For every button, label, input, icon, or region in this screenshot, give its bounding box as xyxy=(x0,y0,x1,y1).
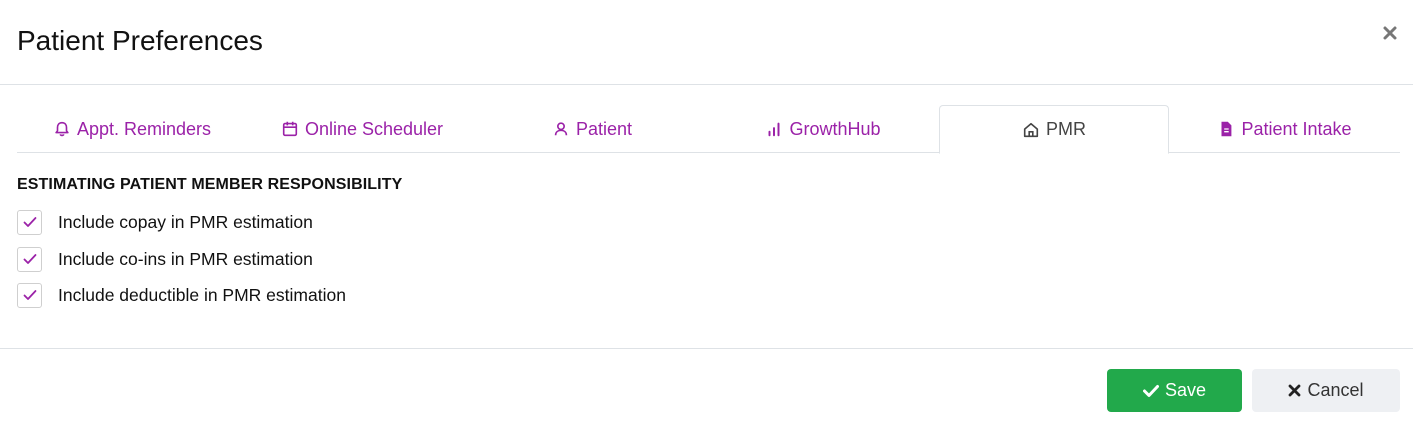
tab-patient-intake[interactable]: Patient Intake xyxy=(1169,105,1400,153)
tab-growthhub[interactable]: GrowthHub xyxy=(707,105,939,153)
calendar-icon xyxy=(282,121,298,137)
bell-icon xyxy=(55,121,69,137)
tab-label: Patient xyxy=(575,118,633,139)
times-icon xyxy=(1289,384,1301,397)
user-icon xyxy=(554,122,568,136)
cancel-label: Cancel xyxy=(1307,380,1364,400)
tab-label: Online Scheduler xyxy=(304,118,444,139)
tab-label: GrowthHub xyxy=(789,118,881,139)
tab-online-scheduler[interactable]: Online Scheduler xyxy=(247,105,477,153)
check-icon xyxy=(23,254,36,264)
tab-appt-reminders[interactable]: Appt. Reminders xyxy=(17,105,247,153)
close-x-glyph xyxy=(1383,26,1397,40)
copay-label: Include copay in PMR estimation xyxy=(58,211,313,232)
close-icon[interactable] xyxy=(1378,22,1402,46)
modal-header: Patient Preferences xyxy=(0,0,1413,85)
tab-label: PMR xyxy=(1046,119,1086,139)
tab-label: Patient Intake xyxy=(1241,118,1352,139)
tab-label: Appt. Reminders xyxy=(76,118,212,139)
option-deductible: Include deductible in PMR estimation xyxy=(17,282,346,308)
document-icon xyxy=(1221,121,1232,137)
pmr-section: ESTIMATING PATIENT MEMBER RESPONSIBILITY xyxy=(17,176,402,194)
home-icon xyxy=(1023,122,1039,137)
check-icon xyxy=(1142,384,1159,397)
check-icon xyxy=(23,290,36,300)
bar-chart-icon xyxy=(768,122,780,137)
modal-title: Patient Preferences xyxy=(17,25,263,56)
preferences-tabs: Appt. Reminders Online Scheduler Patient… xyxy=(17,105,1400,154)
save-label: Save xyxy=(1164,380,1207,400)
option-co-ins: Include co-ins in PMR estimation xyxy=(17,246,313,272)
deductible-checkbox[interactable] xyxy=(17,282,42,308)
option-copay: Include copay in PMR estimation xyxy=(17,209,313,235)
copay-checkbox[interactable] xyxy=(17,209,42,235)
check-icon xyxy=(23,217,36,227)
save-button[interactable]: Save xyxy=(1107,369,1242,412)
co-ins-label: Include co-ins in PMR estimation xyxy=(58,248,313,269)
deductible-label: Include deductible in PMR estimation xyxy=(58,284,346,305)
section-title: ESTIMATING PATIENT MEMBER RESPONSIBILITY xyxy=(17,176,403,193)
tab-patient[interactable]: Patient xyxy=(477,105,707,153)
cancel-button[interactable]: Cancel xyxy=(1252,369,1400,412)
co-ins-checkbox[interactable] xyxy=(17,246,42,272)
tab-pmr[interactable]: PMR xyxy=(939,105,1169,154)
